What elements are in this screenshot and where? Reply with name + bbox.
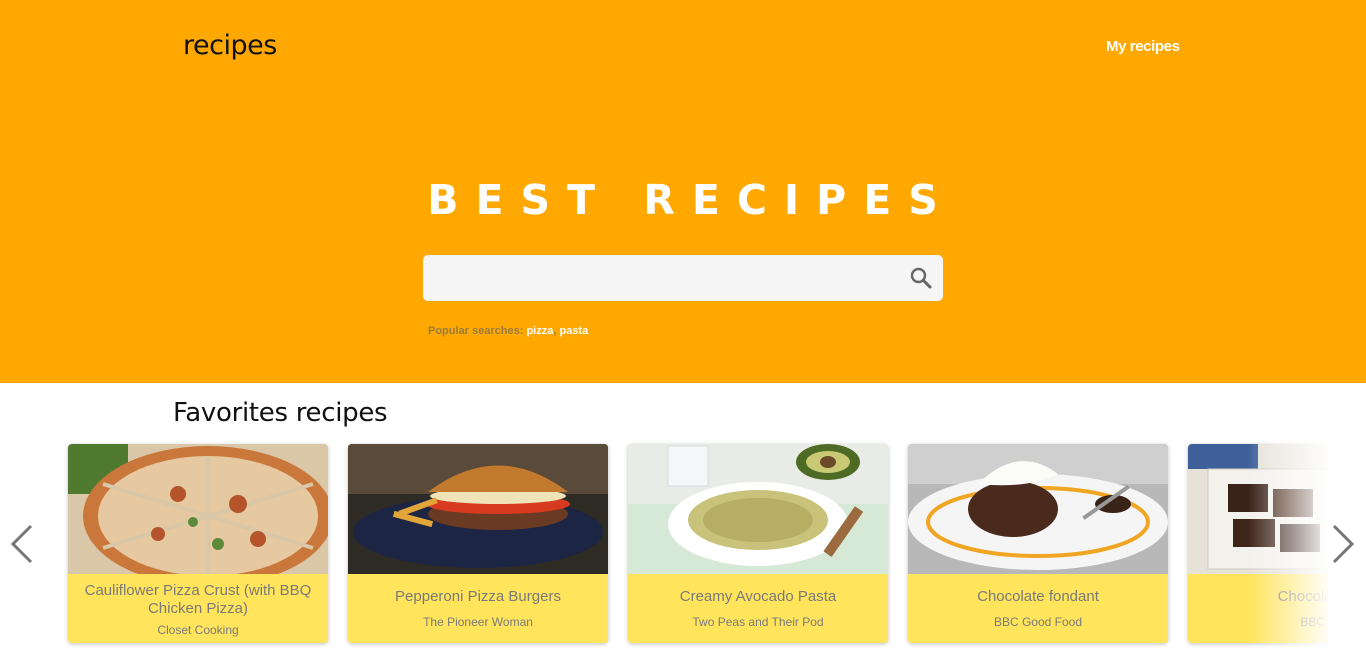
recipe-card-body: Pepperoni Pizza Burgers The Pioneer Woma… xyxy=(348,574,608,643)
recipe-card[interactable]: Cauliflower Pizza Crust (with BBQ Chicke… xyxy=(68,444,328,643)
recipe-image-chocolate-fondant xyxy=(908,444,1168,574)
search-input[interactable] xyxy=(423,255,893,301)
recipe-card[interactable]: Chocolate fr BBC F xyxy=(1188,444,1328,643)
recipe-title: Chocolate fondant xyxy=(977,588,1099,605)
recipe-image-chocolate-fridge-cake xyxy=(1188,444,1328,574)
favorites-carousel: Cauliflower Pizza Crust (with BBQ Chicke… xyxy=(60,436,1328,655)
recipe-image-cauliflower-pizza xyxy=(68,444,328,574)
recipe-source: BBC F xyxy=(1300,615,1328,629)
hero-title: BEST RECIPES xyxy=(427,176,955,224)
popular-search-pizza[interactable]: pizza xyxy=(526,325,553,337)
hero-banner: recipes My recipes BEST RECIPES xyxy=(0,0,1366,383)
recipe-image-pepperoni-burgers xyxy=(348,444,608,574)
favorites-title: Favorites recipes xyxy=(173,398,388,428)
recipe-source: BBC Good Food xyxy=(993,615,1083,629)
recipe-title: Chocolate fr xyxy=(1277,588,1328,605)
popular-searches: Popular searches: pizza, pasta xyxy=(428,325,589,337)
recipe-source: Closet Cooking xyxy=(157,623,239,637)
search-icon[interactable] xyxy=(908,265,934,291)
site-logo[interactable]: recipes xyxy=(183,30,277,61)
recipe-title: Pepperoni Pizza Burgers xyxy=(395,588,561,605)
recipe-card[interactable]: Creamy Avocado Pasta Two Peas and Their … xyxy=(628,444,888,643)
recipe-image-avocado-pasta xyxy=(628,444,888,574)
popular-search-pasta[interactable]: pasta xyxy=(559,325,588,337)
chevron-left-icon[interactable] xyxy=(7,522,37,566)
recipe-source: The Pioneer Woman xyxy=(423,615,533,629)
recipe-source: Two Peas and Their Pod xyxy=(692,615,824,629)
recipe-title: Cauliflower Pizza Crust (with BBQ Chicke… xyxy=(84,582,312,617)
recipe-card-body: Creamy Avocado Pasta Two Peas and Their … xyxy=(628,574,888,643)
popular-searches-label: Popular searches: xyxy=(428,325,524,337)
recipe-card-body: Chocolate fondant BBC Good Food xyxy=(908,574,1168,643)
recipe-card[interactable]: Pepperoni Pizza Burgers The Pioneer Woma… xyxy=(348,444,608,643)
chevron-right-icon[interactable] xyxy=(1328,522,1358,566)
recipe-card-body: Cauliflower Pizza Crust (with BBQ Chicke… xyxy=(68,574,328,643)
search-box xyxy=(423,255,943,301)
my-recipes-link[interactable]: My recipes xyxy=(1106,38,1180,55)
recipe-title: Creamy Avocado Pasta xyxy=(679,588,837,605)
recipe-card-body: Chocolate fr BBC F xyxy=(1188,574,1328,643)
recipe-card[interactable]: Chocolate fondant BBC Good Food xyxy=(908,444,1168,643)
